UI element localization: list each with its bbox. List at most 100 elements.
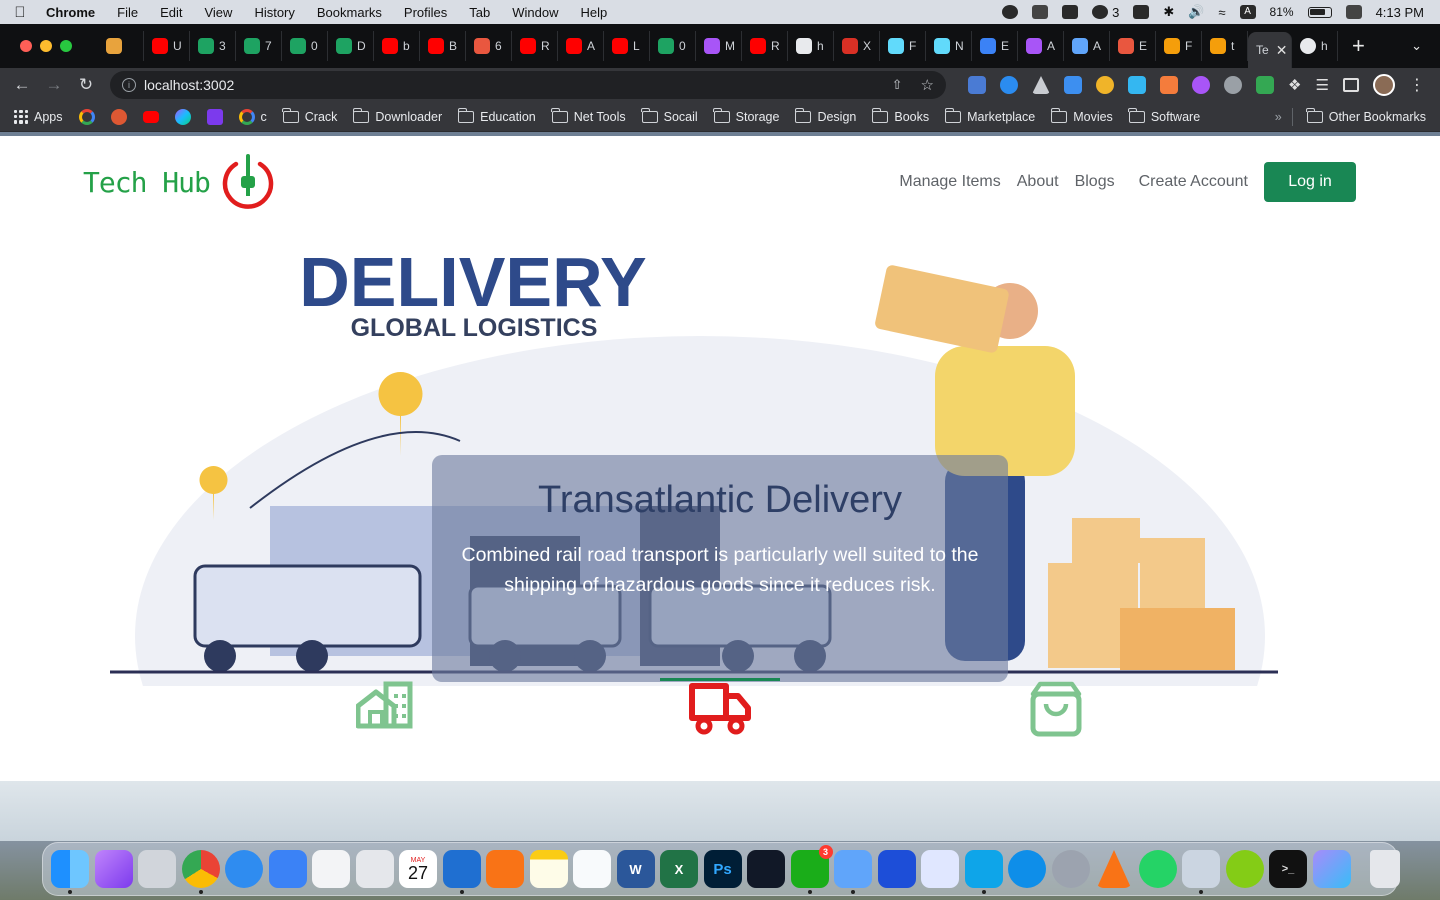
login-button[interactable]: Log in bbox=[1264, 162, 1356, 202]
tab-last[interactable]: h bbox=[1292, 31, 1338, 61]
wifi-icon[interactable]: ≈ bbox=[1218, 5, 1225, 20]
browser-tab[interactable]: 3 bbox=[190, 31, 236, 61]
system-preferences-icon[interactable] bbox=[1051, 850, 1090, 888]
bookmark-folder[interactable]: Downloader bbox=[345, 103, 450, 131]
browser-tab[interactable]: 6 bbox=[466, 31, 512, 61]
nav-about[interactable]: About bbox=[1017, 173, 1059, 191]
browser-tab[interactable]: t bbox=[1202, 31, 1248, 61]
bookmark-folder[interactable]: Books bbox=[864, 103, 937, 131]
clock[interactable]: 4:13 PM bbox=[1376, 5, 1424, 20]
url-text[interactable]: localhost:3002 bbox=[144, 77, 234, 93]
bookmark-duckduckgo[interactable] bbox=[103, 103, 135, 131]
warehouse-icon[interactable] bbox=[356, 680, 414, 730]
bookmark-feather[interactable] bbox=[199, 103, 231, 131]
download-extension-icon[interactable] bbox=[1128, 76, 1146, 94]
menu-profiles[interactable]: Profiles bbox=[393, 5, 458, 20]
tab-search-chevron-icon[interactable]: ⌄ bbox=[1411, 38, 1440, 54]
delivery-truck-icon[interactable] bbox=[688, 680, 752, 736]
new-tab-button[interactable]: + bbox=[1338, 33, 1379, 59]
screen-recorder-extension-icon[interactable] bbox=[1000, 76, 1018, 94]
bookmark-folder[interactable]: Crack bbox=[275, 103, 346, 131]
mail-icon[interactable] bbox=[268, 850, 307, 888]
browser-tab[interactable]: E bbox=[972, 31, 1018, 61]
browser-tab[interactable]: A bbox=[1018, 31, 1064, 61]
menu-edit[interactable]: Edit bbox=[149, 5, 193, 20]
messenger-icon[interactable] bbox=[877, 850, 916, 888]
bookmark-star-icon[interactable]: ☆ bbox=[921, 76, 934, 94]
vscode-icon[interactable] bbox=[442, 850, 481, 894]
screen-share-app-icon[interactable] bbox=[964, 850, 1003, 894]
screen-mirror-icon[interactable] bbox=[1133, 5, 1150, 19]
trash-icon[interactable] bbox=[1369, 850, 1400, 888]
wechat-status[interactable]: 3 bbox=[1092, 5, 1119, 20]
vlc-icon[interactable] bbox=[1096, 850, 1132, 888]
extensions-puzzle-icon[interactable]: ❖ bbox=[1288, 76, 1301, 94]
browser-tab[interactable]: F bbox=[1156, 31, 1202, 61]
control-center-icon[interactable] bbox=[1345, 5, 1362, 19]
browser-tab[interactable] bbox=[98, 31, 144, 61]
teamviewer-icon[interactable] bbox=[1008, 850, 1046, 888]
browser-tab[interactable]: A bbox=[1064, 31, 1110, 61]
bookmark-google-c[interactable]: c bbox=[231, 103, 275, 131]
browser-tab[interactable]: 7 bbox=[236, 31, 282, 61]
minimize-window-button[interactable] bbox=[40, 40, 52, 52]
bookmark-folder[interactable]: Socail bbox=[634, 103, 706, 131]
menu-tab[interactable]: Tab bbox=[458, 5, 501, 20]
calendar-icon[interactable]: MAY 27 bbox=[399, 850, 437, 888]
bookmark-figma[interactable] bbox=[167, 103, 199, 131]
bookmark-youtube[interactable] bbox=[135, 103, 167, 131]
browser-tab[interactable]: F bbox=[880, 31, 926, 61]
browser-tab[interactable]: B bbox=[420, 31, 466, 61]
menu-bookmarks[interactable]: Bookmarks bbox=[306, 5, 393, 20]
bookmark-google[interactable] bbox=[71, 103, 103, 131]
browser-tab[interactable]: N bbox=[926, 31, 972, 61]
browser-menu-icon[interactable]: ⋮ bbox=[1409, 75, 1425, 95]
snail-app-icon[interactable] bbox=[1225, 850, 1264, 888]
menu-window[interactable]: Window bbox=[501, 5, 569, 20]
preview-icon[interactable] bbox=[1182, 850, 1220, 894]
tab-active[interactable]: Te ✕ bbox=[1248, 32, 1292, 68]
excel-icon[interactable]: X bbox=[660, 850, 698, 888]
bookmark-folder[interactable]: Education bbox=[450, 103, 544, 131]
badge-extension-icon[interactable] bbox=[1064, 76, 1082, 94]
wechat-dock-icon[interactable]: 3 bbox=[790, 845, 833, 894]
menu-view[interactable]: View bbox=[193, 5, 243, 20]
bookmark-folder[interactable]: Software bbox=[1121, 103, 1208, 131]
photoshop-icon[interactable]: Ps bbox=[703, 850, 742, 888]
forward-button[interactable]: → bbox=[38, 75, 70, 95]
bookmark-folder[interactable]: Storage bbox=[706, 103, 788, 131]
browser-tab[interactable]: R bbox=[512, 31, 558, 61]
quill-app-icon[interactable] bbox=[94, 850, 133, 888]
nav-create-account[interactable]: Create Account bbox=[1139, 173, 1248, 191]
browser-tab[interactable]: b bbox=[374, 31, 420, 61]
profile-avatar[interactable] bbox=[1372, 74, 1395, 96]
pen-app-icon[interactable] bbox=[486, 850, 524, 888]
nav-blogs[interactable]: Blogs bbox=[1075, 173, 1115, 191]
whatsapp-icon[interactable] bbox=[1138, 850, 1177, 888]
browser-tab[interactable]: M bbox=[696, 31, 742, 61]
input-source-icon[interactable]: A bbox=[1239, 5, 1256, 19]
zoom-window-button[interactable] bbox=[60, 40, 72, 52]
side-panel-icon[interactable] bbox=[1342, 78, 1359, 92]
photo-grid-app-icon[interactable] bbox=[312, 850, 350, 888]
back-button[interactable]: ← bbox=[6, 75, 38, 95]
glasses-extension-icon[interactable] bbox=[1224, 76, 1242, 94]
calculator-icon[interactable] bbox=[138, 850, 176, 888]
triangle-extension-icon[interactable] bbox=[1032, 76, 1050, 94]
reload-button[interactable]: ↻ bbox=[70, 75, 102, 95]
brand-name[interactable]: Tech Hub bbox=[83, 166, 211, 199]
safari-icon[interactable] bbox=[225, 850, 263, 888]
browser-tab[interactable]: U bbox=[144, 31, 190, 61]
browser-tab[interactable]: E bbox=[1110, 31, 1156, 61]
diamond-app-icon[interactable] bbox=[921, 850, 959, 888]
shopping-bag-icon[interactable] bbox=[1030, 680, 1082, 738]
bookmark-folder[interactable]: Movies bbox=[1043, 103, 1121, 131]
word-icon[interactable]: W bbox=[616, 850, 655, 888]
bookmark-folder[interactable]: Marketplace bbox=[937, 103, 1043, 131]
screenshot-icon[interactable] bbox=[355, 850, 394, 888]
translate-extension-icon[interactable] bbox=[968, 76, 986, 94]
browser-tab[interactable]: X bbox=[834, 31, 880, 61]
bluetooth-icon[interactable]: ✱ bbox=[1163, 4, 1174, 20]
chrome-icon[interactable] bbox=[181, 850, 220, 894]
grid-app-icon[interactable] bbox=[1062, 5, 1079, 19]
